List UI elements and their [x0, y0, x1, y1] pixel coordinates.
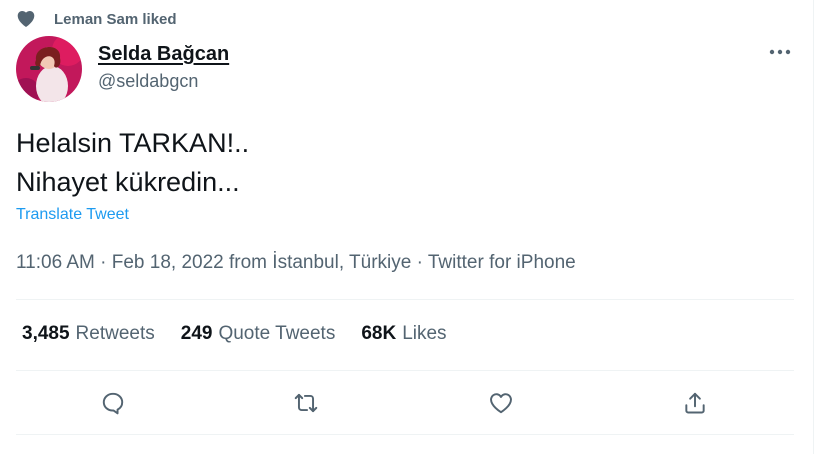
retweet-icon	[292, 390, 320, 421]
divider	[16, 370, 794, 371]
share-icon	[682, 390, 708, 421]
more-options-icon[interactable]	[764, 40, 796, 64]
retweets-label: Retweets	[75, 323, 155, 344]
tweet-text-line: Helalsin TARKAN!..	[16, 128, 250, 158]
avatar[interactable]	[16, 36, 82, 102]
retweet-button[interactable]	[289, 388, 323, 422]
tweet-text-line: Nihayet kükredin...	[16, 167, 240, 197]
retweets-stat[interactable]: 3,485 Retweets	[22, 323, 155, 345]
like-icon	[488, 390, 514, 421]
author-block: Selda Bağcan @seldabgcn	[98, 42, 229, 92]
tweet-actions	[0, 388, 820, 422]
share-button[interactable]	[678, 388, 712, 422]
quote-tweets-label: Quote Tweets	[218, 323, 336, 344]
heart-icon	[16, 9, 36, 29]
divider	[16, 299, 794, 300]
social-context-text[interactable]: Leman Sam liked	[54, 11, 177, 28]
likes-label: Likes	[402, 323, 447, 344]
author-handle[interactable]: @seldabgcn	[98, 70, 229, 92]
quote-tweets-stat[interactable]: 249 Quote Tweets	[181, 323, 336, 345]
tweet-metadata[interactable]: 11:06 AM · Feb 18, 2022 from İstanbul, T…	[16, 252, 576, 274]
social-context: Leman Sam liked	[16, 8, 177, 30]
reply-button[interactable]	[96, 388, 130, 422]
reply-icon	[100, 390, 126, 421]
column-border	[813, 0, 814, 454]
author-display-name[interactable]: Selda Bağcan	[98, 42, 229, 66]
translate-tweet-link[interactable]: Translate Tweet	[16, 206, 129, 224]
likes-count: 68K	[361, 323, 397, 344]
engagement-stats: 3,485 Retweets 249 Quote Tweets 68K Likes	[22, 323, 473, 345]
quote-tweets-count: 249	[180, 323, 213, 344]
like-button[interactable]	[484, 388, 518, 422]
likes-stat[interactable]: 68K Likes	[361, 323, 446, 345]
tweet-text: Helalsin TARKAN!.. Nihayet kükredin...	[16, 124, 249, 202]
retweets-count: 3,485	[22, 323, 70, 344]
divider	[16, 434, 794, 435]
